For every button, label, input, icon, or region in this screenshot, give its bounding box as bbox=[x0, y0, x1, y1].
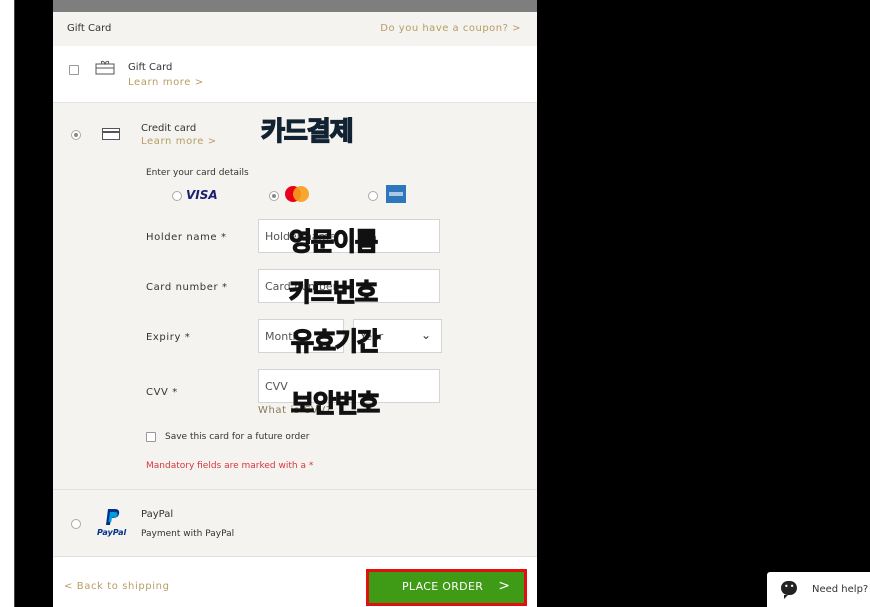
credit-card-section: Credit card Learn more > 카드결제 Enter your… bbox=[53, 103, 537, 490]
left-page-edge bbox=[0, 0, 15, 607]
mastercard-radio[interactable] bbox=[269, 191, 279, 201]
gift-card-header-title: Gift Card bbox=[67, 23, 112, 34]
card-number-label: Card number * bbox=[146, 282, 228, 293]
mandatory-note: Mandatory fields are marked with a * bbox=[146, 461, 314, 471]
back-to-shipping-link[interactable]: < Back to shipping bbox=[64, 581, 170, 592]
save-card-checkbox[interactable] bbox=[146, 432, 156, 442]
place-order-label: PLACE ORDER bbox=[402, 580, 484, 593]
checkout-payment-panel: Gift Card Do you have a coupon? > Gift C… bbox=[53, 0, 537, 607]
card-payment-annotation: 카드결제 bbox=[260, 116, 354, 147]
credit-card-radio[interactable] bbox=[71, 130, 81, 140]
paypal-section: PayPal PayPal Payment with PayPal bbox=[53, 490, 537, 557]
chevron-right-icon: > bbox=[498, 578, 510, 594]
need-help-label: Need help? bbox=[812, 584, 869, 595]
amex-icon bbox=[386, 185, 406, 203]
gift-card-option-label: Gift Card bbox=[128, 62, 173, 73]
gift-card-learn-more[interactable]: Learn more > bbox=[128, 77, 204, 88]
visa-logo: VISA bbox=[186, 188, 218, 202]
coupon-link[interactable]: Do you have a coupon? > bbox=[380, 23, 521, 34]
credit-card-learn-more[interactable]: Learn more > bbox=[141, 136, 217, 147]
chat-bubble-icon: ••• bbox=[781, 581, 800, 599]
gift-card-option: Gift Card Learn more > bbox=[53, 46, 537, 103]
paypal-option-label: PayPal bbox=[141, 509, 174, 520]
paypal-icon bbox=[106, 509, 120, 525]
save-card-label: Save this card for a future order bbox=[165, 432, 310, 442]
credit-card-option-label: Credit card bbox=[141, 123, 197, 134]
expiry-annotation: 유효기간 bbox=[290, 326, 380, 356]
cvv-annotation: 보안번호 bbox=[290, 388, 380, 418]
chevron-down-icon: ⌄ bbox=[420, 328, 431, 342]
checkout-footer: < Back to shipping PLACE ORDER > bbox=[53, 557, 537, 607]
cvv-placeholder: CVV bbox=[265, 380, 288, 393]
amex-radio[interactable] bbox=[368, 191, 378, 201]
holder-name-annotation: 영문이름 bbox=[288, 226, 378, 256]
card-details-label: Enter your card details bbox=[146, 168, 249, 178]
mastercard-icon bbox=[285, 186, 309, 202]
panel-top-bar bbox=[53, 0, 537, 12]
gift-card-checkbox[interactable] bbox=[69, 65, 79, 75]
cvv-label: CVV * bbox=[146, 387, 178, 398]
visa-radio[interactable] bbox=[172, 191, 182, 201]
gift-card-header: Gift Card Do you have a coupon? > bbox=[53, 12, 537, 46]
paypal-logo-text: PayPal bbox=[97, 528, 127, 537]
holder-name-label: Holder name * bbox=[146, 232, 227, 243]
expiry-label: Expiry * bbox=[146, 332, 191, 343]
paypal-subtitle: Payment with PayPal bbox=[141, 529, 235, 539]
need-help-widget[interactable]: ••• Need help? bbox=[767, 572, 870, 607]
place-order-button[interactable]: PLACE ORDER > bbox=[366, 569, 527, 606]
credit-card-icon bbox=[102, 128, 120, 140]
card-number-annotation: 카드번호 bbox=[288, 277, 378, 307]
paypal-radio[interactable] bbox=[71, 519, 81, 529]
gift-card-icon bbox=[95, 60, 115, 75]
